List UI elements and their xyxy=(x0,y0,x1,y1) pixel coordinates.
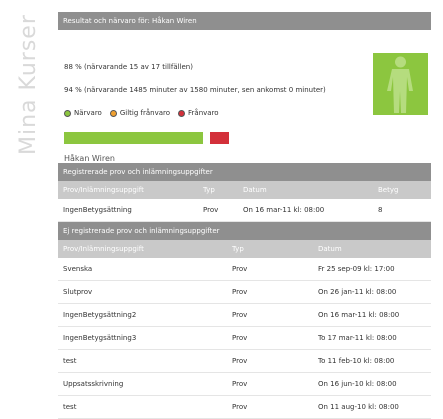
col-date: Datum xyxy=(318,245,342,253)
assignment-date: To 17 mar-11 kl: 08:00 xyxy=(318,334,397,342)
course-panel: Resultat och närvaro för: Håkan Wiren 88… xyxy=(58,12,431,419)
assignment-date: On 16 mar-11 kl: 08:00 xyxy=(243,206,325,214)
attendance-section: 88 % (närvarande 15 av 17 tillfällen) 94… xyxy=(58,30,431,163)
table-row[interactable]: IngenBetygsättning2 Prov On 16 mar-11 kl… xyxy=(58,304,431,327)
table-row[interactable]: Slutprov Prov On 26 jan-11 kl: 08:00 xyxy=(58,281,431,304)
table-row[interactable]: Uppsatsskrivning Prov On 16 jun-10 kl: 0… xyxy=(58,373,431,396)
assignment-type: Prov xyxy=(232,288,248,296)
valid-absence-dot-icon xyxy=(109,109,117,117)
absence-dot-icon xyxy=(178,109,186,117)
col-assignment: Prov/Inlämningsuppgift xyxy=(63,245,144,253)
assignment-date: On 16 mar-11 kl: 08:00 xyxy=(318,311,400,319)
registered-section: Registrerade prov och inlämningsuppgifte… xyxy=(58,163,431,222)
attendance-progress-bar xyxy=(64,132,229,144)
assignment-name: Uppsatsskrivning xyxy=(63,380,124,388)
legend-absence: Frånvaro xyxy=(188,109,219,117)
assignment-type: Prov xyxy=(232,357,248,365)
legend-valid-absence: Giltig frånvaro xyxy=(119,109,171,117)
assignment-name: IngenBetygsättning3 xyxy=(63,334,137,342)
table-row[interactable]: test Prov To 11 feb-10 kl: 08:00 xyxy=(58,350,431,373)
vertical-page-title: Mina Kurser xyxy=(16,14,41,155)
assignment-type: Prov xyxy=(232,380,248,388)
table-row[interactable]: IngenBetygsättning Prov On 16 mar-11 kl:… xyxy=(58,199,431,222)
col-date: Datum xyxy=(243,186,267,194)
attendance-legend: Närvaro Giltig frånvaro Frånvaro xyxy=(64,109,227,117)
present-dot-icon xyxy=(64,109,71,117)
attendance-summary-sessions: 88 % (närvarande 15 av 17 tillfällen) xyxy=(64,63,193,71)
assignment-date: On 26 jan-11 kl: 08:00 xyxy=(318,288,397,296)
assignment-type: Prov xyxy=(232,265,248,273)
registered-header: Registrerade prov och inlämningsuppgifte… xyxy=(58,163,431,181)
assignment-name: test xyxy=(63,357,77,365)
assignment-name: test xyxy=(63,403,77,411)
assignment-date: On 16 jun-10 kl: 08:00 xyxy=(318,380,397,388)
assignment-name: Slutprov xyxy=(63,288,93,296)
assignment-date: On 11 aug-10 kl: 08:00 xyxy=(318,403,399,411)
col-type: Typ xyxy=(203,186,215,194)
attendance-summary-minutes: 94 % (närvarande 1485 minuter av 1580 mi… xyxy=(64,86,326,94)
legend-present: Närvaro xyxy=(74,109,102,117)
avatar xyxy=(373,53,428,115)
assignment-grade: 8 xyxy=(378,206,383,214)
col-assignment: Prov/Inlämningsuppgift xyxy=(63,186,144,194)
table-row[interactable]: IngenBetygsättning3 Prov To 17 mar-11 kl… xyxy=(58,327,431,350)
registered-table-header: Prov/Inlämningsuppgift Typ Datum Betyg xyxy=(58,181,431,199)
unregistered-header: Ej registrerade prov och inlämningsuppgi… xyxy=(58,222,431,240)
assignment-type: Prov xyxy=(232,334,248,342)
progress-absent-fill xyxy=(210,132,229,144)
assignment-date: Fr 25 sep-09 kl: 17:00 xyxy=(318,265,395,273)
assignment-date: To 11 feb-10 kl: 08:00 xyxy=(318,357,395,365)
assignment-type: Prov xyxy=(203,206,219,214)
unregistered-section: Ej registrerade prov och inlämningsuppgi… xyxy=(58,222,431,419)
table-row[interactable]: test Prov On 11 aug-10 kl: 08:00 xyxy=(58,396,431,419)
assignment-type: Prov xyxy=(232,403,248,411)
col-grade: Betyg xyxy=(378,186,399,194)
unregistered-table-header: Prov/Inlämningsuppgift Typ Datum xyxy=(58,240,431,258)
table-row[interactable]: Svenska Prov Fr 25 sep-09 kl: 17:00 xyxy=(58,258,431,281)
col-type: Typ xyxy=(232,245,244,253)
assignment-name: IngenBetygsättning xyxy=(63,206,132,214)
assignment-type: Prov xyxy=(232,311,248,319)
student-name: Håkan Wiren xyxy=(64,154,115,163)
progress-present-fill xyxy=(64,132,203,144)
person-silhouette-icon xyxy=(387,56,413,113)
attendance-header: Resultat och närvaro för: Håkan Wiren xyxy=(58,12,431,30)
assignment-name: IngenBetygsättning2 xyxy=(63,311,137,319)
assignment-name: Svenska xyxy=(63,265,93,273)
